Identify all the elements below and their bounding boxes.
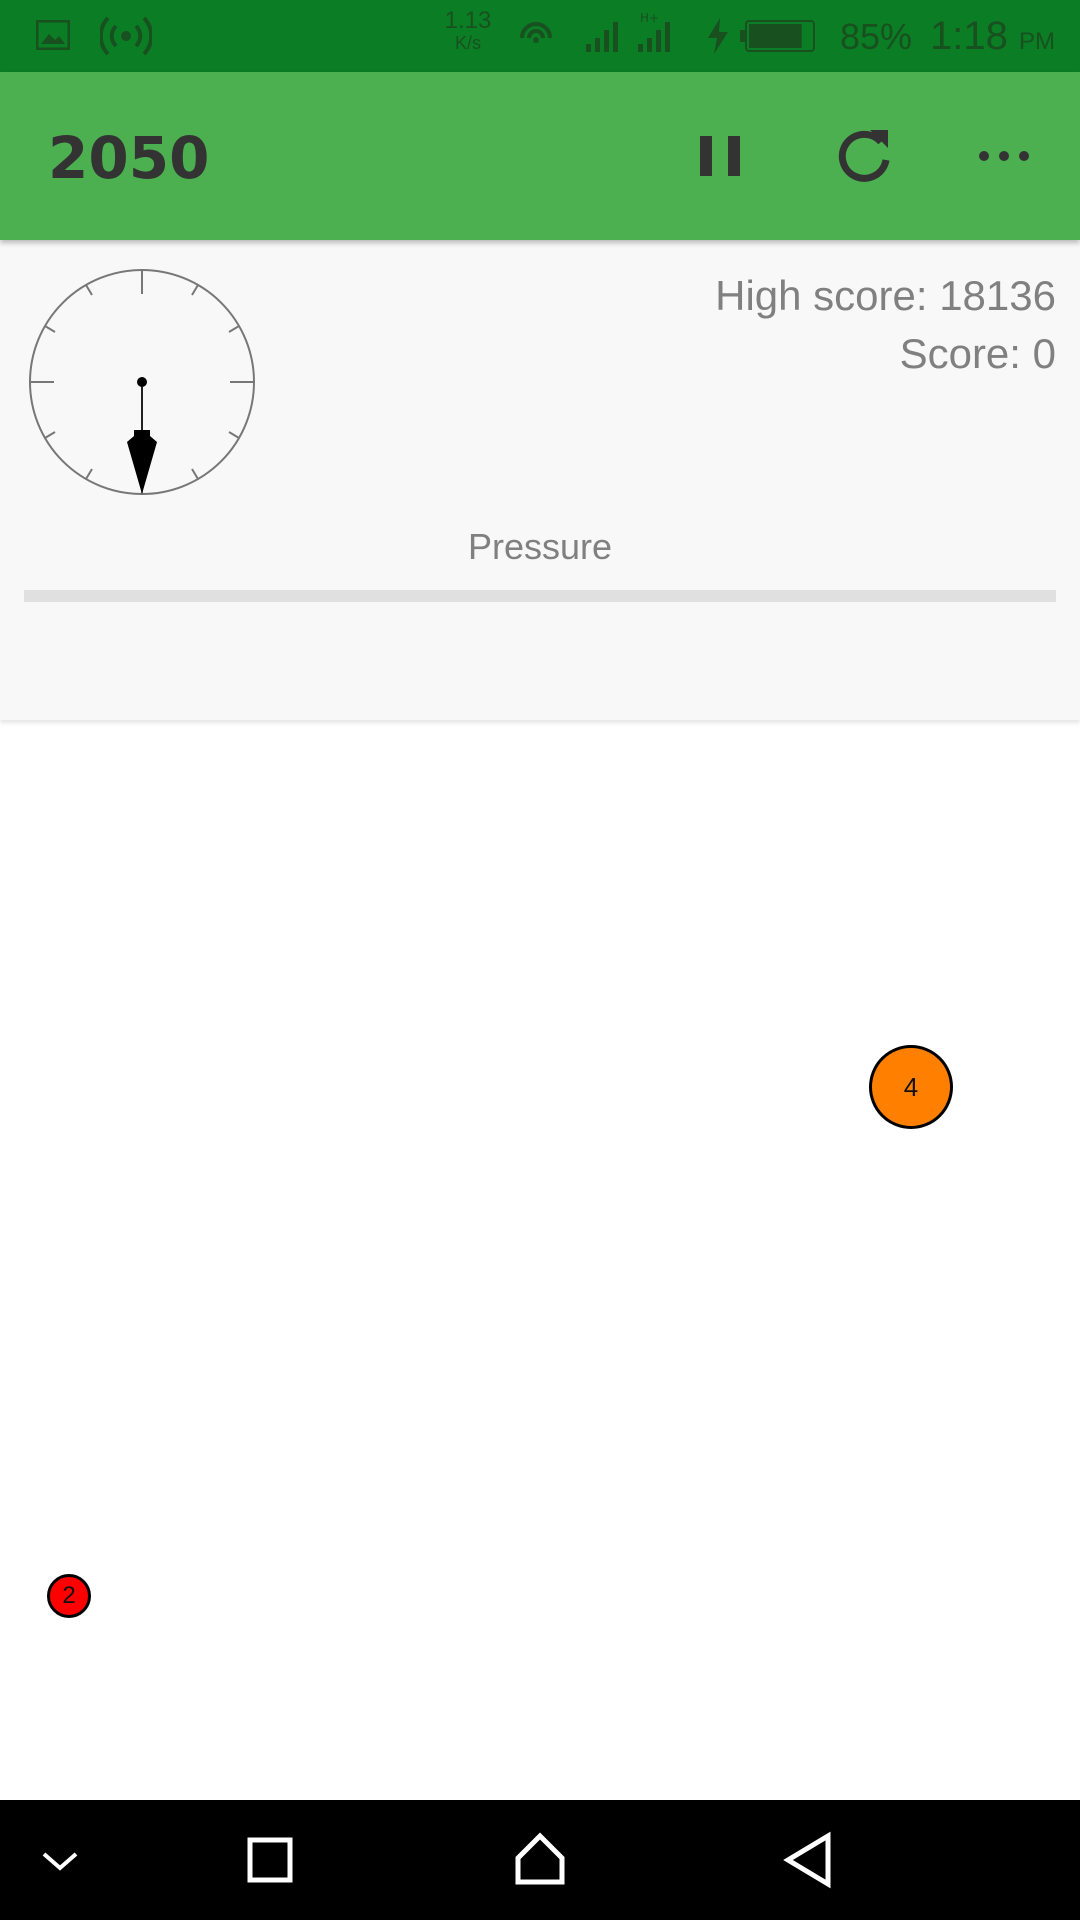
pause-icon	[700, 136, 740, 176]
net-speed: 1.13 K/s	[436, 7, 500, 54]
hotspot-icon	[100, 16, 152, 56]
more-icon	[979, 151, 1029, 161]
clock: 1:18 PM	[930, 14, 1055, 59]
back-triangle-icon	[783, 1831, 831, 1889]
net-speed-value: 1.13	[444, 7, 492, 34]
clock-time: 1:18	[930, 14, 1008, 58]
score: Score: 0	[899, 330, 1056, 377]
net-speed-unit: K/s	[454, 33, 481, 53]
recents-square-icon	[247, 1837, 293, 1883]
battery-percent: 85%	[840, 16, 913, 57]
back-button[interactable]	[770, 1820, 850, 1900]
ball-4[interactable]: 4	[869, 1045, 953, 1129]
home-icon	[515, 1832, 565, 1885]
gallery-icon	[36, 20, 70, 50]
ball-2[interactable]: 2	[47, 1574, 91, 1618]
restart-icon	[838, 130, 890, 182]
restart-button[interactable]	[820, 112, 908, 200]
ball-label: 2	[62, 1582, 76, 1609]
battery-icon	[740, 20, 815, 52]
pause-button[interactable]	[676, 112, 764, 200]
status-bar: 1.13 K/s H+ 85% 1:18 PM	[0, 0, 1080, 72]
hide-keyboard-button[interactable]	[20, 1820, 100, 1900]
signal-icon	[586, 22, 618, 52]
app-title: 2050	[48, 124, 210, 192]
more-options-button[interactable]	[960, 112, 1048, 200]
play-field[interactable]: 4 2	[0, 720, 1080, 1800]
app-bar: 2050	[0, 72, 1080, 240]
hide-keyboard-chevron-icon	[42, 1852, 78, 1871]
navigation-bar	[0, 1800, 1080, 1920]
cast-icon	[520, 22, 552, 43]
clock-ampm: PM	[1018, 28, 1055, 55]
charging-bolt-icon	[708, 18, 728, 54]
home-button[interactable]	[500, 1820, 580, 1900]
signal-h-plus-icon: H+	[638, 11, 670, 52]
score-panel: High score: 18136 Score: 0 Pressure	[0, 240, 1080, 720]
recents-button[interactable]	[230, 1820, 310, 1900]
high-score: High score: 18136	[715, 272, 1056, 319]
svg-text:H+: H+	[640, 11, 659, 25]
ball-label: 4	[903, 1071, 919, 1102]
pressure-gauge	[29, 269, 255, 495]
pressure-bar	[24, 590, 1056, 602]
pressure-label: Pressure	[467, 526, 613, 567]
